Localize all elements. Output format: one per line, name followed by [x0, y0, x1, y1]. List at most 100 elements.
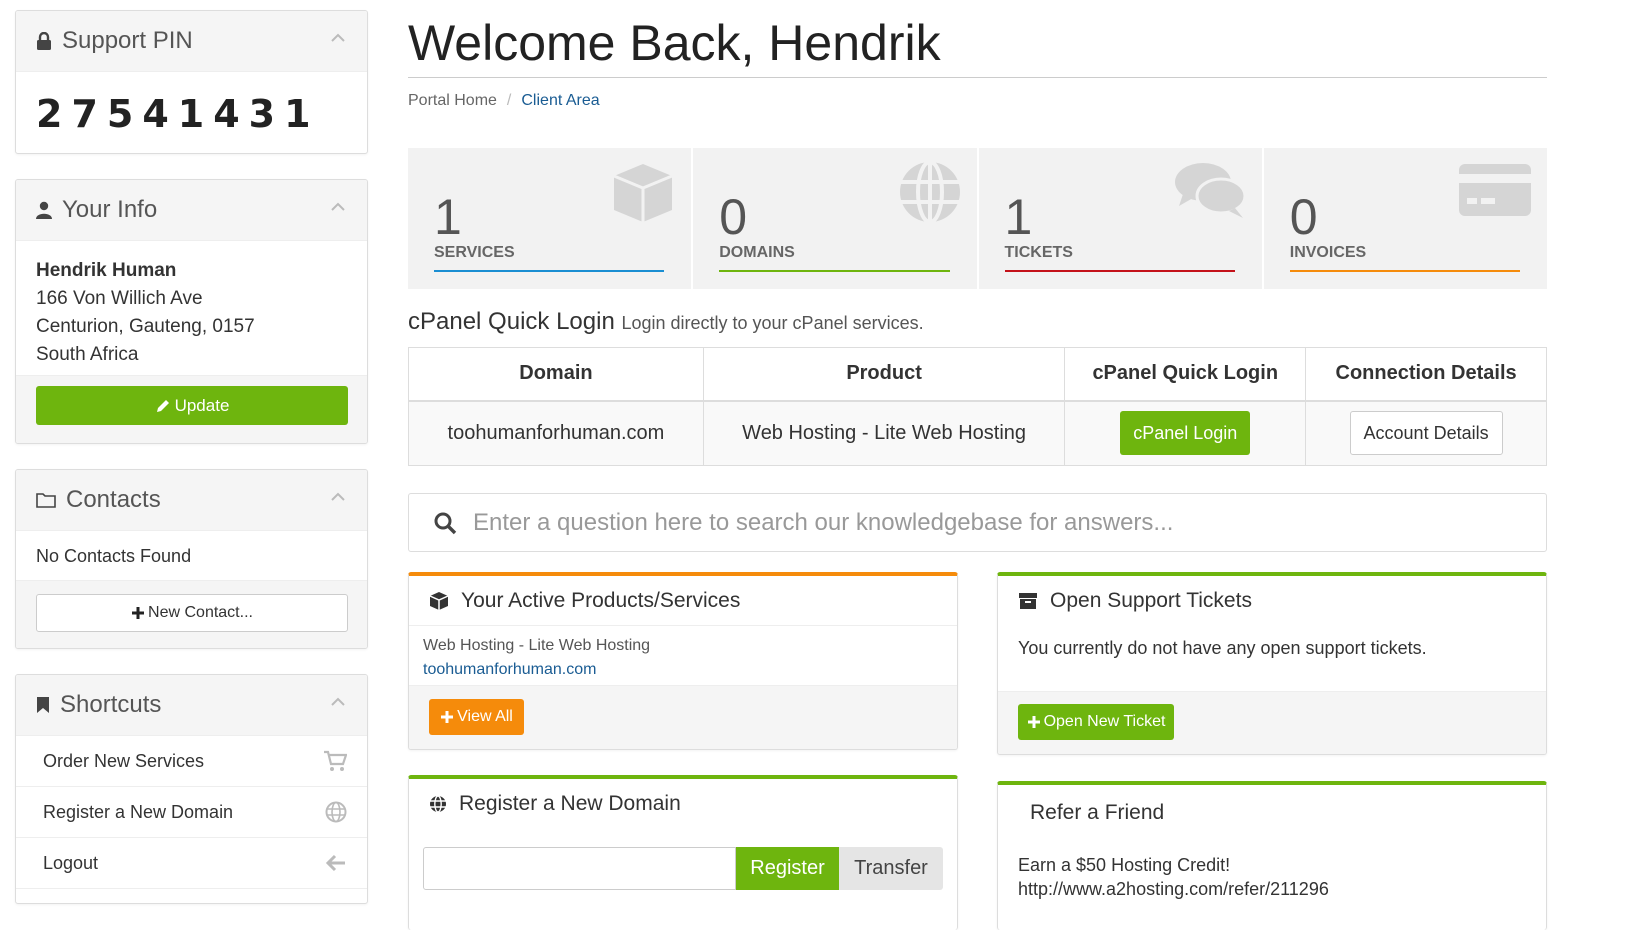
tile-underline [434, 270, 665, 272]
tile-underline [1289, 270, 1520, 272]
address-line-2: Centurion, Gauteng, 0157 [36, 316, 255, 337]
tile-domains[interactable]: 0 DOMAINS [693, 148, 979, 289]
column-header[interactable]: cPanel Quick Login [1064, 347, 1307, 402]
tile-underline [719, 270, 950, 272]
cpanel-title: cPanel Quick Login [408, 308, 615, 335]
open-tickets-header: Open Support Tickets [998, 576, 1546, 626]
refer-friend-title: Refer a Friend [1030, 801, 1165, 824]
breadcrumb: Portal Home / Client Area [408, 92, 600, 110]
contacts-title: Contacts [66, 486, 161, 513]
active-products-card: Your Active Products/Services Web Hostin… [408, 572, 958, 750]
credit-card-icon [1459, 164, 1531, 216]
tile-services[interactable]: 1 SERVICES [408, 148, 694, 289]
refer-url[interactable]: http://www.a2hosting.com/refer/211296 [1018, 877, 1526, 901]
cube-icon [613, 164, 673, 222]
tile-invoices[interactable]: 0 INVOICES [1263, 148, 1547, 289]
your-info-title: Your Info [62, 196, 158, 223]
globe-icon [430, 795, 446, 813]
list-item[interactable]: Web Hosting - Lite Web Hosting toohumanf… [409, 626, 957, 686]
support-pin-header[interactable]: Support PIN [16, 11, 367, 72]
tile-count: 1 [434, 189, 462, 245]
tile-label: DOMAINS [719, 244, 795, 261]
client-name: Hendrik Human [36, 260, 177, 281]
plus-icon [441, 711, 454, 723]
knowledgebase-search-input[interactable] [473, 508, 1473, 537]
page-title: Welcome Back, Hendrik [408, 15, 941, 71]
register-domain-title: Register a New Domain [459, 792, 681, 815]
cpanel-login-button[interactable]: cPanel Login [1120, 411, 1251, 456]
open-new-ticket-label: Open New Ticket [1043, 713, 1166, 730]
shortcut-label: Logout [43, 852, 99, 873]
cart-icon [324, 750, 347, 771]
update-label: Update [174, 395, 230, 415]
bookmark-icon [37, 697, 49, 713]
open-new-ticket-button[interactable]: Open New Ticket [1018, 704, 1174, 740]
cpanel-table: Domain Product cPanel Quick Login Connec… [408, 347, 1547, 466]
new-contact-button[interactable]: New Contact... [36, 594, 348, 632]
shortcuts-header[interactable]: Shortcuts [16, 675, 367, 736]
cpanel-section-title: cPanel Quick Login Login directly to you… [408, 308, 924, 336]
globe-icon [325, 801, 347, 823]
shortcut-register-domain[interactable]: Register a New Domain [16, 787, 367, 838]
chevron-up-icon[interactable] [331, 33, 345, 47]
view-all-label: View All [457, 708, 513, 725]
plus-icon [1027, 716, 1040, 728]
refer-friend-card: Refer a Friend Earn a $50 Hosting Credit… [997, 781, 1547, 930]
refer-credit-text: Earn a $50 Hosting Credit! [1018, 855, 1231, 875]
transfer-button[interactable]: Transfer [839, 847, 943, 890]
product-domain-link[interactable]: toohumanforhuman.com [423, 658, 943, 682]
contacts-header[interactable]: Contacts [16, 470, 367, 531]
column-header[interactable]: Product [702, 347, 1066, 402]
address-country: South Africa [36, 344, 139, 365]
shortcuts-title: Shortcuts [60, 691, 162, 718]
details-cell: Account Details [1305, 400, 1547, 466]
table-header-row: Domain Product cPanel Quick Login Connec… [408, 347, 1547, 402]
domain-input[interactable] [423, 847, 736, 890]
arrow-left-icon [325, 854, 345, 872]
tile-count: 1 [1004, 189, 1033, 245]
comments-icon [1174, 163, 1247, 218]
your-info-panel: Your Info Hendrik Human 166 Von Willich … [15, 179, 368, 444]
user-icon [36, 201, 52, 219]
breadcrumb-separator: / [506, 92, 512, 109]
cpanel-subtitle: Login directly to your cPanel services. [621, 313, 924, 333]
tile-tickets[interactable]: 1 TICKETS [978, 148, 1264, 289]
folder-icon [36, 493, 56, 508]
domain-search-row: Register Transfer [423, 847, 943, 890]
your-info-header[interactable]: Your Info [16, 180, 367, 241]
tile-count: 0 [1289, 189, 1318, 245]
archive-icon [1019, 593, 1037, 609]
shortcut-logout[interactable]: Logout [16, 838, 367, 889]
account-details-button[interactable]: Account Details [1349, 411, 1503, 456]
address-line-1: 166 Von Willich Ave [36, 288, 203, 309]
no-tickets-text: You currently do not have any open suppo… [1018, 638, 1427, 658]
chevron-up-icon[interactable] [331, 492, 345, 506]
tile-label: SERVICES [434, 244, 515, 261]
register-domain-card: Register a New Domain Register Transfer [408, 775, 958, 930]
shortcuts-panel: Shortcuts Order New Services Register a … [15, 674, 368, 904]
new-contact-label: New Contact... [148, 604, 253, 621]
breadcrumb-home[interactable]: Portal Home [408, 92, 497, 109]
active-products-title: Your Active Products/Services [461, 588, 741, 612]
chevron-up-icon[interactable] [331, 202, 345, 216]
chevron-up-icon[interactable] [331, 697, 345, 711]
search-icon [434, 512, 457, 534]
view-all-button[interactable]: View All [429, 699, 524, 735]
register-domain-header: Register a New Domain [409, 779, 957, 829]
register-button[interactable]: Register [736, 847, 839, 890]
tile-label: TICKETS [1004, 244, 1073, 261]
support-pin-title: Support PIN [62, 27, 193, 54]
shortcut-order-services[interactable]: Order New Services [16, 736, 367, 787]
tile-label: INVOICES [1289, 244, 1367, 261]
product-name: Web Hosting - Lite Web Hosting [423, 637, 651, 654]
support-pin-value: 27541431 [36, 92, 320, 136]
support-pin-panel: Support PIN 27541431 [15, 10, 368, 154]
update-button[interactable]: Update [36, 386, 348, 425]
column-header[interactable]: Connection Details [1305, 347, 1547, 402]
column-header[interactable]: Domain [408, 347, 704, 402]
table-row: toohumanforhuman.com Web Hosting - Lite … [408, 400, 1547, 466]
active-products-header: Your Active Products/Services [409, 576, 957, 626]
breadcrumb-current: Client Area [521, 92, 600, 109]
login-cell: cPanel Login [1064, 400, 1307, 466]
product-cell: Web Hosting - Lite Web Hosting [702, 400, 1066, 466]
